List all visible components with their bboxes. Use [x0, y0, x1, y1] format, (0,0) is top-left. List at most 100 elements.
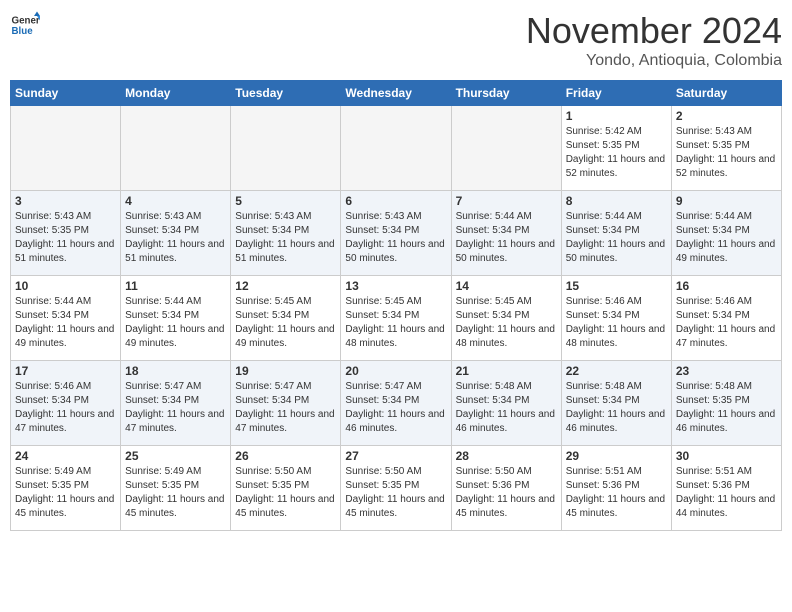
day-info: Sunrise: 5:45 AMSunset: 5:34 PMDaylight:… [235, 295, 336, 351]
day-info: Sunrise: 5:44 AMSunset: 5:34 PMDaylight:… [15, 295, 116, 351]
calendar-cell: 24 Sunrise: 5:49 AMSunset: 5:35 PMDayligh… [11, 446, 121, 531]
day-info: Sunrise: 5:42 AMSunset: 5:35 PMDaylight:… [566, 125, 667, 181]
calendar-week-4: 17Sunrise: 5:46 AMSunset: 5:34 PMDayligh… [11, 361, 782, 446]
calendar-cell: 13 Sunrise: 5:45 AMSunset: 5:34 PMDayligh… [341, 276, 451, 361]
day-info: Sunrise: 5:46 AMSunset: 5:34 PMDaylight:… [676, 295, 777, 351]
day-number: 26 [235, 449, 336, 463]
day-number: 23 [676, 364, 777, 378]
calendar-cell: 1 Sunrise: 5:42 AMSunset: 5:35 PMDaylight… [561, 106, 671, 191]
calendar-week-3: 10 Sunrise: 5:44 AMSunset: 5:34 PMDayligh… [11, 276, 782, 361]
svg-text:Blue: Blue [12, 26, 34, 37]
day-info: Sunrise: 5:47 AMSunset: 5:34 PMDaylight:… [125, 380, 226, 436]
day-number: 25 [125, 449, 226, 463]
day-number: 4 [125, 194, 226, 208]
day-number: 30 [676, 449, 777, 463]
month-title: November 2024 [526, 10, 782, 52]
calendar-cell: 25 Sunrise: 5:49 AMSunset: 5:35 PMDayligh… [121, 446, 231, 531]
day-info: Sunrise: 5:44 AMSunset: 5:34 PMDaylight:… [456, 210, 557, 266]
day-number: 10 [15, 279, 116, 293]
calendar-cell: 4Sunrise: 5:43 AMSunset: 5:34 PMDaylight… [121, 191, 231, 276]
day-info: Sunrise: 5:43 AMSunset: 5:35 PMDaylight:… [15, 210, 116, 266]
calendar-cell: 21 Sunrise: 5:48 AMSunset: 5:34 PMDayligh… [451, 361, 561, 446]
calendar-cell: 2 Sunrise: 5:43 AMSunset: 5:35 PMDaylight… [671, 106, 781, 191]
day-number: 16 [676, 279, 777, 293]
calendar-cell: 14Sunrise: 5:45 AMSunset: 5:34 PMDayligh… [451, 276, 561, 361]
day-number: 7 [456, 194, 557, 208]
logo: General Blue [10, 10, 40, 40]
calendar-cell: 27 Sunrise: 5:50 AMSunset: 5:35 PMDayligh… [341, 446, 451, 531]
logo-icon: General Blue [10, 10, 40, 40]
calendar-cell [231, 106, 341, 191]
day-number: 20 [345, 364, 446, 378]
svg-text:General: General [12, 16, 41, 27]
day-number: 27 [345, 449, 446, 463]
weekday-header-sunday: Sunday [11, 81, 121, 106]
day-number: 11 [125, 279, 226, 293]
day-info: Sunrise: 5:44 AMSunset: 5:34 PMDaylight:… [566, 210, 667, 266]
calendar-cell: 30 Sunrise: 5:51 AMSunset: 5:36 PMDayligh… [671, 446, 781, 531]
day-info: Sunrise: 5:45 AMSunset: 5:34 PMDaylight:… [345, 295, 446, 351]
day-number: 3 [15, 194, 116, 208]
calendar-cell: 8 Sunrise: 5:44 AMSunset: 5:34 PMDaylight… [561, 191, 671, 276]
calendar-cell: 7 Sunrise: 5:44 AMSunset: 5:34 PMDaylight… [451, 191, 561, 276]
page-header: General Blue November 2024 Yondo, Antioq… [10, 10, 782, 70]
calendar-cell: 15Sunrise: 5:46 AMSunset: 5:34 PMDayligh… [561, 276, 671, 361]
day-info: Sunrise: 5:44 AMSunset: 5:34 PMDaylight:… [125, 295, 226, 351]
day-info: Sunrise: 5:50 AMSunset: 5:36 PMDaylight:… [456, 465, 557, 521]
calendar-week-1: 1 Sunrise: 5:42 AMSunset: 5:35 PMDaylight… [11, 106, 782, 191]
calendar-cell: 28Sunrise: 5:50 AMSunset: 5:36 PMDayligh… [451, 446, 561, 531]
calendar-cell: 6Sunrise: 5:43 AMSunset: 5:34 PMDaylight… [341, 191, 451, 276]
day-number: 24 [15, 449, 116, 463]
day-info: Sunrise: 5:43 AMSunset: 5:35 PMDaylight:… [676, 125, 777, 181]
calendar-cell: 11 Sunrise: 5:44 AMSunset: 5:34 PMDayligh… [121, 276, 231, 361]
day-info: Sunrise: 5:49 AMSunset: 5:35 PMDaylight:… [15, 465, 116, 521]
day-number: 29 [566, 449, 667, 463]
calendar-cell: 26 Sunrise: 5:50 AMSunset: 5:35 PMDayligh… [231, 446, 341, 531]
calendar-cell: 20Sunrise: 5:47 AMSunset: 5:34 PMDayligh… [341, 361, 451, 446]
weekday-header-wednesday: Wednesday [341, 81, 451, 106]
day-number: 2 [676, 109, 777, 123]
day-number: 22 [566, 364, 667, 378]
day-info: Sunrise: 5:51 AMSunset: 5:36 PMDaylight:… [566, 465, 667, 521]
calendar-table: SundayMondayTuesdayWednesdayThursdayFrid… [10, 80, 782, 531]
calendar-cell: 12 Sunrise: 5:45 AMSunset: 5:34 PMDayligh… [231, 276, 341, 361]
calendar-cell: 29 Sunrise: 5:51 AMSunset: 5:36 PMDayligh… [561, 446, 671, 531]
day-info: Sunrise: 5:51 AMSunset: 5:36 PMDaylight:… [676, 465, 777, 521]
calendar-cell: 10 Sunrise: 5:44 AMSunset: 5:34 PMDayligh… [11, 276, 121, 361]
calendar-cell [341, 106, 451, 191]
weekday-header-thursday: Thursday [451, 81, 561, 106]
calendar-cell: 17Sunrise: 5:46 AMSunset: 5:34 PMDayligh… [11, 361, 121, 446]
day-info: Sunrise: 5:48 AMSunset: 5:34 PMDaylight:… [566, 380, 667, 436]
day-number: 21 [456, 364, 557, 378]
day-info: Sunrise: 5:48 AMSunset: 5:34 PMDaylight:… [456, 380, 557, 436]
day-number: 9 [676, 194, 777, 208]
calendar-cell [451, 106, 561, 191]
calendar-week-5: 24 Sunrise: 5:49 AMSunset: 5:35 PMDayligh… [11, 446, 782, 531]
calendar-cell: 22 Sunrise: 5:48 AMSunset: 5:34 PMDayligh… [561, 361, 671, 446]
calendar-cell: 18 Sunrise: 5:47 AMSunset: 5:34 PMDayligh… [121, 361, 231, 446]
day-number: 5 [235, 194, 336, 208]
weekday-header-saturday: Saturday [671, 81, 781, 106]
day-info: Sunrise: 5:47 AMSunset: 5:34 PMDaylight:… [235, 380, 336, 436]
calendar-cell [11, 106, 121, 191]
calendar-cell: 16 Sunrise: 5:46 AMSunset: 5:34 PMDayligh… [671, 276, 781, 361]
weekday-header-monday: Monday [121, 81, 231, 106]
day-info: Sunrise: 5:49 AMSunset: 5:35 PMDaylight:… [125, 465, 226, 521]
calendar-cell: 9Sunrise: 5:44 AMSunset: 5:34 PMDaylight… [671, 191, 781, 276]
day-info: Sunrise: 5:50 AMSunset: 5:35 PMDaylight:… [345, 465, 446, 521]
day-info: Sunrise: 5:43 AMSunset: 5:34 PMDaylight:… [235, 210, 336, 266]
day-number: 18 [125, 364, 226, 378]
title-block: November 2024 Yondo, Antioquia, Colombia [526, 10, 782, 70]
weekday-header-tuesday: Tuesday [231, 81, 341, 106]
day-number: 13 [345, 279, 446, 293]
day-number: 8 [566, 194, 667, 208]
day-number: 19 [235, 364, 336, 378]
day-info: Sunrise: 5:50 AMSunset: 5:35 PMDaylight:… [235, 465, 336, 521]
weekday-header-row: SundayMondayTuesdayWednesdayThursdayFrid… [11, 81, 782, 106]
day-number: 12 [235, 279, 336, 293]
day-number: 1 [566, 109, 667, 123]
day-info: Sunrise: 5:46 AMSunset: 5:34 PMDaylight:… [566, 295, 667, 351]
day-info: Sunrise: 5:48 AMSunset: 5:35 PMDaylight:… [676, 380, 777, 436]
day-info: Sunrise: 5:46 AMSunset: 5:34 PMDaylight:… [15, 380, 116, 436]
calendar-week-2: 3 Sunrise: 5:43 AMSunset: 5:35 PMDaylight… [11, 191, 782, 276]
